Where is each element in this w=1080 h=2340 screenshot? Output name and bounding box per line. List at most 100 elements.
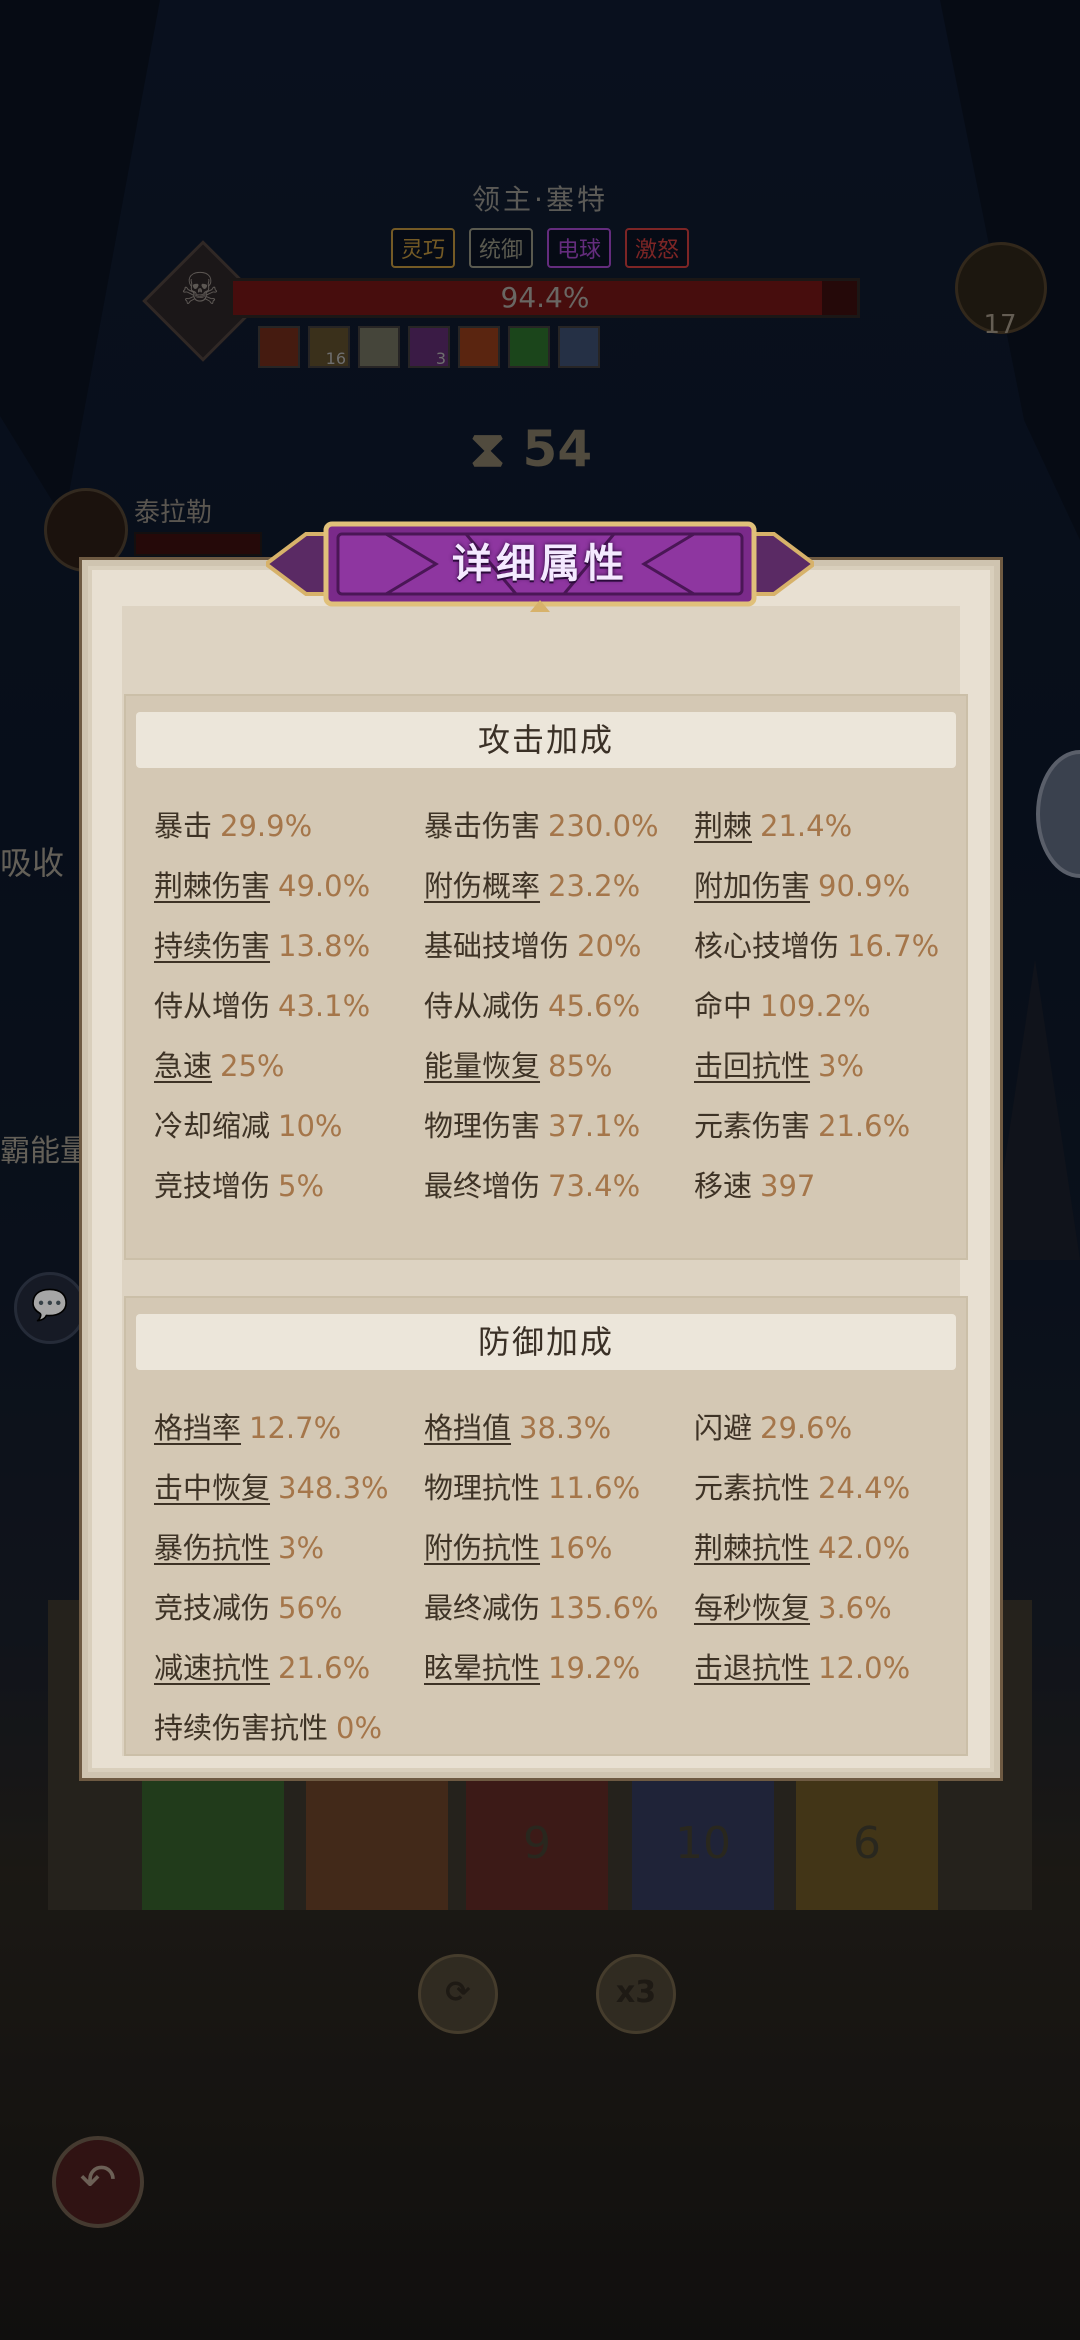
stat-value: 29.6%	[760, 1411, 853, 1445]
stat-value: 85%	[548, 1049, 613, 1083]
attack-stat-grid: 暴击 29.9% 暴击伤害 230.0% 荆棘 21.4% 荆棘伤害 49.0% 附伤概率 23.…	[154, 796, 954, 1216]
stat-value: 16%	[548, 1531, 613, 1565]
stat-value: 23.2%	[548, 869, 641, 903]
stat-label[interactable]: 每秒恢复	[694, 1591, 810, 1625]
stat-item: 闪避 29.6%	[694, 1398, 954, 1458]
stat-value: 348.3%	[278, 1471, 389, 1505]
stat-label: 侍从增伤	[154, 989, 271, 1023]
stat-value: 24.4%	[818, 1471, 911, 1505]
stat-label[interactable]: 荆棘伤害	[154, 869, 270, 903]
stat-item: 侍从减伤 45.6%	[424, 976, 694, 1036]
stat-item: 竞技增伤 5%	[154, 1156, 424, 1216]
stat-value: 397	[760, 1169, 816, 1203]
stat-item[interactable]: 荆棘 21.4%	[694, 796, 954, 856]
stat-label: 元素抗性	[694, 1471, 811, 1505]
stat-item[interactable]: 能量恢复 85%	[424, 1036, 694, 1096]
stat-item: 竞技减伤 56%	[154, 1578, 424, 1638]
stat-item: 命中 109.2%	[694, 976, 954, 1036]
stat-value: 20%	[577, 929, 642, 963]
stat-value: 3%	[818, 1049, 865, 1083]
stat-label[interactable]: 附伤概率	[424, 869, 540, 903]
stat-item: 核心技增伤 16.7%	[694, 916, 954, 976]
stat-label[interactable]: 眩晕抗性	[424, 1651, 540, 1685]
stat-label[interactable]: 格挡值	[424, 1411, 511, 1445]
stat-item: 暴击 29.9%	[154, 796, 424, 856]
stat-item: 移速 397	[694, 1156, 954, 1216]
stat-item: 物理伤害 37.1%	[424, 1096, 694, 1156]
stat-label[interactable]: 击中恢复	[154, 1471, 270, 1505]
stat-item[interactable]: 附加伤害 90.9%	[694, 856, 954, 916]
stat-label[interactable]: 附加伤害	[694, 869, 810, 903]
stat-item[interactable]: 暴伤抗性 3%	[154, 1518, 424, 1578]
stat-value: 11.6%	[548, 1471, 641, 1505]
stat-label: 侍从减伤	[424, 989, 541, 1023]
stat-item[interactable]: 格挡值 38.3%	[424, 1398, 694, 1458]
stat-value: 37.1%	[548, 1109, 641, 1143]
stat-label[interactable]: 击退抗性	[694, 1651, 810, 1685]
detail-attributes-panel: 攻击加成 暴击 29.9% 暴击伤害 230.0% 荆棘 21.4% 荆棘伤害 49.0% 附伤…	[82, 560, 1000, 1778]
stat-item[interactable]: 急速 25%	[154, 1036, 424, 1096]
stat-label: 最终增伤	[424, 1169, 541, 1203]
stat-item[interactable]: 击中恢复 348.3%	[154, 1458, 424, 1518]
stat-label: 暴击伤害	[424, 809, 541, 843]
stat-value: 19.2%	[548, 1651, 641, 1685]
stat-value: 5%	[278, 1169, 325, 1203]
stat-item[interactable]: 附伤概率 23.2%	[424, 856, 694, 916]
stat-value: 56%	[278, 1591, 343, 1625]
stat-item: 最终减伤 135.6%	[424, 1578, 694, 1638]
stat-label: 竞技增伤	[154, 1169, 271, 1203]
stat-item: 元素抗性 24.4%	[694, 1458, 954, 1518]
stat-value: 21.4%	[760, 809, 853, 843]
attack-bonus-header: 攻击加成	[136, 712, 956, 768]
stat-label: 持续伤害抗性	[154, 1711, 329, 1745]
attack-bonus-section: 攻击加成 暴击 29.9% 暴击伤害 230.0% 荆棘 21.4% 荆棘伤害 49.0% 附伤…	[124, 694, 968, 1260]
stat-label[interactable]: 附伤抗性	[424, 1531, 540, 1565]
stat-item[interactable]: 击回抗性 3%	[694, 1036, 954, 1096]
stat-label: 基础技增伤	[424, 929, 570, 963]
stat-item[interactable]: 击退抗性 12.0%	[694, 1638, 954, 1698]
stat-label[interactable]: 减速抗性	[154, 1651, 270, 1685]
stat-item[interactable]: 格挡率 12.7%	[154, 1398, 424, 1458]
stat-value: 25%	[220, 1049, 285, 1083]
stat-value: 29.9%	[220, 809, 313, 843]
stat-label[interactable]: 暴伤抗性	[154, 1531, 270, 1565]
stat-value: 43.1%	[278, 989, 371, 1023]
stat-item[interactable]: 减速抗性 21.6%	[154, 1638, 424, 1698]
stat-value: 10%	[278, 1109, 343, 1143]
stat-label[interactable]: 格挡率	[154, 1411, 241, 1445]
stat-label[interactable]: 荆棘抗性	[694, 1531, 810, 1565]
stat-value: 73.4%	[548, 1169, 641, 1203]
stat-label: 闪避	[694, 1411, 753, 1445]
stat-label[interactable]: 击回抗性	[694, 1049, 810, 1083]
stat-label[interactable]: 急速	[154, 1049, 212, 1083]
stat-item[interactable]: 眩晕抗性 19.2%	[424, 1638, 694, 1698]
stat-item[interactable]: 荆棘伤害 49.0%	[154, 856, 424, 916]
stat-label: 物理抗性	[424, 1471, 541, 1505]
stat-value: 12.7%	[249, 1411, 342, 1445]
stat-item: 物理抗性 11.6%	[424, 1458, 694, 1518]
stat-value: 49.0%	[278, 869, 371, 903]
stat-label[interactable]: 持续伤害	[154, 929, 270, 963]
stat-value: 135.6%	[548, 1591, 659, 1625]
stat-item[interactable]: 持续伤害 13.8%	[154, 916, 424, 976]
stat-item: 最终增伤 73.4%	[424, 1156, 694, 1216]
stat-label[interactable]: 荆棘	[694, 809, 752, 843]
stat-label: 竞技减伤	[154, 1591, 271, 1625]
stat-value: 3.6%	[818, 1591, 892, 1625]
stat-label: 冷却缩减	[154, 1109, 271, 1143]
stat-value: 0%	[336, 1711, 383, 1745]
stat-label: 命中	[694, 989, 753, 1023]
stat-value: 16.7%	[847, 929, 940, 963]
stat-value: 90.9%	[818, 869, 911, 903]
stat-label[interactable]: 能量恢复	[424, 1049, 540, 1083]
stat-value: 3%	[278, 1531, 325, 1565]
stat-value: 38.3%	[519, 1411, 612, 1445]
stat-label: 核心技增伤	[694, 929, 840, 963]
stat-item[interactable]: 每秒恢复 3.6%	[694, 1578, 954, 1638]
stat-item: 元素伤害 21.6%	[694, 1096, 954, 1156]
stat-value: 230.0%	[548, 809, 659, 843]
stat-item[interactable]: 附伤抗性 16%	[424, 1518, 694, 1578]
stat-item: 持续伤害抗性 0%	[154, 1698, 424, 1758]
stat-item[interactable]: 荆棘抗性 42.0%	[694, 1518, 954, 1578]
stat-value: 21.6%	[278, 1651, 371, 1685]
